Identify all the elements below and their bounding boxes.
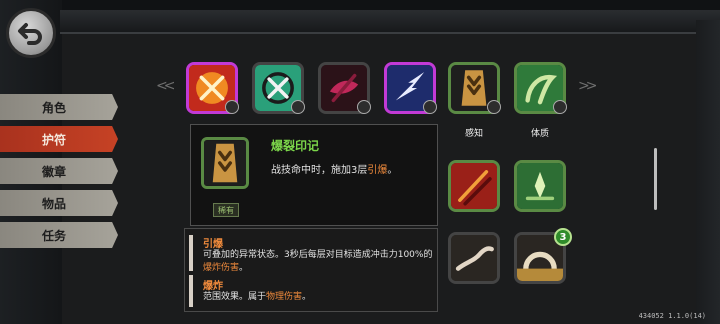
tooltip-charm-icon: [201, 137, 249, 189]
charm-slot-chain[interactable]: [448, 232, 500, 284]
scrollbar[interactable]: [654, 148, 657, 210]
keyword-text-part: 。: [302, 292, 312, 302]
keyword-marker: [189, 235, 193, 271]
nav-item-character[interactable]: 角色: [0, 94, 118, 120]
sprout-icon: [517, 163, 563, 209]
undo-arrow-icon: [18, 23, 42, 45]
nav-item-quests[interactable]: 任务: [0, 222, 118, 248]
nav-item-charm[interactable]: 护符: [0, 126, 118, 152]
keyword-highlight: 爆炸伤害: [203, 263, 240, 273]
keyword-title: 引爆: [203, 239, 223, 250]
scroll-left-chevron-icon[interactable]: <<: [156, 78, 176, 94]
relic-icon: [204, 140, 246, 186]
chain-icon: [451, 235, 497, 281]
flame-slash-icon: [451, 163, 497, 209]
nav-label: 角色: [42, 100, 67, 115]
desc-text: 。: [387, 165, 398, 176]
count-badge: 3: [554, 228, 572, 246]
charm-name: 爆裂印记: [271, 139, 320, 153]
desc-keyword: 引爆: [367, 165, 388, 176]
nav-label: 护符: [42, 132, 67, 147]
keyword-title: 爆炸: [203, 281, 223, 292]
top-frame: [60, 10, 720, 34]
nav-label: 徽章: [42, 164, 67, 179]
charm-description: 战技命中时，施加3层引爆。: [271, 161, 397, 176]
element-badge-icon: [553, 100, 567, 114]
element-badge-icon: [291, 100, 305, 114]
keyword-text-part: 可叠加的异常状态。3秒后每层对目标造成冲击力100%的: [203, 250, 433, 260]
charm-slot-sprout[interactable]: [514, 160, 566, 212]
slot-label: 体质: [530, 129, 549, 139]
element-badge-icon: [423, 100, 437, 114]
nav-label: 物品: [42, 196, 67, 211]
keyword-text: 范围效果。属于物理伤害。: [203, 291, 435, 304]
keyword-text-part: 。: [239, 263, 249, 273]
desc-text: 战技命中时，施加3层: [271, 165, 368, 176]
nav-item-items[interactable]: 物品: [0, 190, 118, 216]
keyword-text-part: 范围效果。属于: [203, 292, 267, 302]
keyword-panel: 引爆 可叠加的异常状态。3秒后每层对目标造成冲击力100%的爆炸伤害。 爆炸 范…: [184, 228, 438, 312]
element-badge-icon: [357, 100, 371, 114]
charm-slot-flame[interactable]: [448, 160, 500, 212]
keyword-highlight: 物理伤害: [266, 292, 303, 302]
nav-label: 任务: [42, 228, 67, 243]
keyword-marker: [189, 275, 193, 307]
scroll-right-chevron-icon[interactable]: >>: [578, 78, 598, 94]
charm-tooltip: 稀有 爆裂印记 战技命中时，施加3层引爆。: [190, 124, 438, 226]
count-value: 3: [559, 231, 567, 243]
version-label: 434052 1.1.0(14): [638, 312, 706, 320]
back-button[interactable]: [6, 8, 56, 58]
keyword-text: 可叠加的异常状态。3秒后每层对目标造成冲击力100%的爆炸伤害。: [203, 249, 435, 275]
right-frame: [696, 20, 720, 324]
nav-item-badge[interactable]: 徽章: [0, 158, 118, 184]
element-badge-icon: [225, 100, 239, 114]
element-badge-icon: [487, 100, 501, 114]
rarity-tag: 稀有: [213, 203, 239, 217]
slot-label: 感知: [464, 129, 483, 139]
